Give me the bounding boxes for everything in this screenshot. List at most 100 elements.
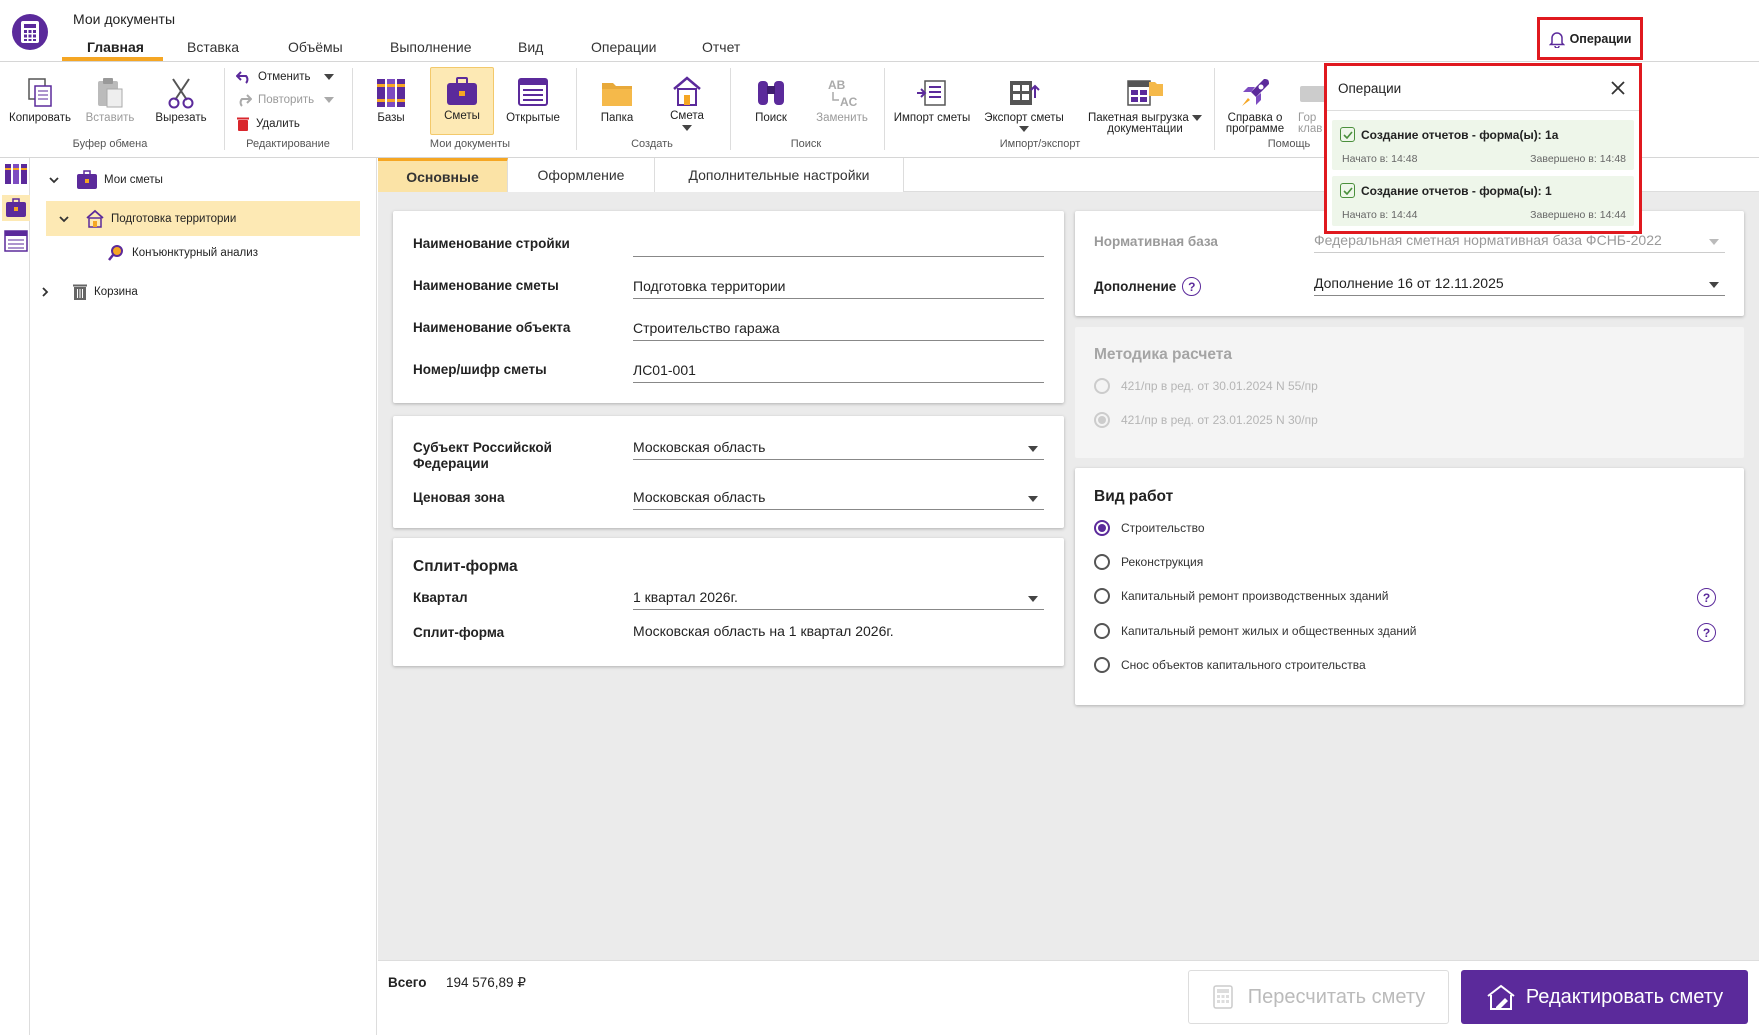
radio-button[interactable]: [1094, 588, 1110, 604]
app-logo-icon[interactable]: [12, 14, 48, 50]
redo-dropdown-icon[interactable]: [324, 97, 334, 103]
undo-dropdown-icon[interactable]: [324, 74, 334, 80]
paste-button[interactable]: Вставить: [80, 76, 140, 124]
menu-tab-operations[interactable]: Операции: [591, 39, 657, 61]
menu-tab-insert[interactable]: Вставка: [187, 39, 239, 61]
calc-method-title: Методика расчета: [1094, 346, 1232, 363]
total-label: Всего: [388, 975, 427, 990]
undo-button[interactable]: Отменить: [236, 70, 311, 84]
radio-label: Капитальный ремонт производственных здан…: [1121, 589, 1389, 603]
about-line2: программе: [1225, 123, 1285, 135]
tree-item-my-estimates[interactable]: Мои сметы: [48, 170, 163, 190]
calc-method-option-1[interactable]: 421/пр в ред. от 30.01.2024 N 55/пр: [1094, 378, 1318, 394]
edit-estimate-button[interactable]: Редактировать смету: [1461, 970, 1748, 1024]
hotkeys-button[interactable]: Гор клав: [1298, 76, 1324, 135]
chevron-down-icon[interactable]: [58, 214, 70, 224]
radio-button[interactable]: [1094, 554, 1110, 570]
about-button[interactable]: Справка о программе: [1222, 76, 1288, 135]
tree-item-label: Подготовка территории: [111, 213, 237, 225]
menu-tab-execution[interactable]: Выполнение: [390, 39, 471, 61]
object-name-input[interactable]: Строительство гаража: [633, 317, 1044, 341]
group-label-editing: Редактирование: [246, 138, 330, 150]
operation-item[interactable]: Создание отчетов - форма(ы): 1а Начато в…: [1332, 120, 1634, 170]
subject-select[interactable]: Московская область: [633, 436, 1044, 460]
tab-main[interactable]: Основные: [378, 158, 508, 192]
construction-input[interactable]: [633, 233, 1044, 257]
tree-item-market-analysis[interactable]: Конъюнктурный анализ: [108, 244, 258, 262]
work-type-option-reconstruction[interactable]: Реконструкция: [1094, 554, 1203, 570]
tab-design[interactable]: Оформление: [508, 158, 655, 192]
price-zone-select[interactable]: Московская область: [633, 486, 1044, 510]
tree-item-trash[interactable]: Корзина: [40, 283, 138, 301]
radio-button[interactable]: [1094, 520, 1110, 536]
help-icon[interactable]: ?: [1182, 277, 1202, 296]
rocket-icon: [1238, 76, 1272, 110]
export-dropdown-icon[interactable]: [1019, 126, 1029, 132]
trash-icon: [72, 283, 88, 301]
strip-bases-icon[interactable]: [3, 162, 29, 186]
close-icon[interactable]: [1610, 80, 1626, 96]
quarter-select[interactable]: 1 квартал 2026г.: [633, 586, 1044, 610]
help-icon[interactable]: ?: [1697, 623, 1716, 642]
strip-estimates-icon[interactable]: [2, 195, 30, 221]
radio-label: Строительство: [1121, 521, 1205, 535]
ribbon-separator: [352, 68, 353, 150]
replace-label: Заменить: [816, 112, 868, 124]
work-type-option-industrial-repair[interactable]: Капитальный ремонт производственных здан…: [1094, 588, 1388, 604]
radio-button[interactable]: [1094, 412, 1110, 428]
radio-button[interactable]: [1094, 657, 1110, 673]
recalculate-button[interactable]: Пересчитать смету: [1188, 970, 1449, 1024]
copy-button[interactable]: Копировать: [6, 76, 74, 124]
radio-button[interactable]: [1094, 623, 1110, 639]
cut-button[interactable]: Вырезать: [148, 76, 214, 124]
radio-label: Снос объектов капитального строительства: [1121, 658, 1366, 672]
redo-button[interactable]: Повторить: [236, 93, 314, 107]
estimate-code-label: Номер/шифр сметы: [413, 362, 547, 377]
paste-label: Вставить: [85, 112, 135, 124]
tree-item-site-preparation[interactable]: Подготовка территории: [58, 209, 236, 229]
operations-panel-header: Операции: [1327, 66, 1639, 111]
menu-tab-volumes[interactable]: Объёмы: [288, 39, 343, 61]
split-form-value: Московская область на 1 квартал 2026г.: [633, 623, 894, 639]
supplement-select[interactable]: Дополнение 16 от 12.11.2025: [1314, 272, 1725, 296]
open-docs-button[interactable]: Открытые: [502, 76, 564, 124]
undo-label: Отменить: [258, 71, 311, 83]
replace-button[interactable]: AB AC Заменить: [812, 76, 872, 124]
work-type-option-residential-repair[interactable]: Капитальный ремонт жилых и общественных …: [1094, 623, 1416, 639]
create-folder-button[interactable]: Папка: [592, 76, 642, 124]
search-button[interactable]: Поиск: [746, 76, 796, 124]
norm-base-value: Федеральная сметная нормативная база ФСН…: [1314, 232, 1662, 248]
batch-export-button[interactable]: Пакетная выгрузка документации: [1086, 76, 1204, 135]
menu-tab-report[interactable]: Отчет: [702, 39, 740, 61]
work-type-option-construction[interactable]: Строительство: [1094, 520, 1205, 536]
delete-button[interactable]: Удалить: [236, 116, 300, 132]
operation-start-time: Начато в: 14:44: [1342, 209, 1418, 221]
work-type-option-demolition[interactable]: Снос объектов капитального строительства: [1094, 657, 1366, 673]
batch-export-dropdown-icon[interactable]: [1192, 115, 1202, 121]
import-estimate-button[interactable]: Импорт сметы: [892, 76, 972, 124]
subject-label: Субъект Российской Федерации: [413, 440, 552, 472]
about-label: Справка о программе: [1225, 112, 1285, 135]
create-estimate-button[interactable]: Смета: [662, 74, 712, 131]
menu-tab-view[interactable]: Вид: [518, 39, 543, 61]
chevron-down-icon[interactable]: [48, 175, 60, 185]
estimate-code-input[interactable]: ЛС01-001: [633, 359, 1044, 383]
subject-label-line2: Федерации: [413, 456, 489, 471]
help-icon[interactable]: ?: [1697, 588, 1716, 607]
tab-additional-settings[interactable]: Дополнительные настройки: [655, 158, 904, 192]
export-estimate-button[interactable]: Экспорт сметы: [978, 76, 1070, 135]
estimates-button[interactable]: Сметы: [430, 67, 494, 135]
radio-button[interactable]: [1094, 378, 1110, 394]
chevron-right-icon[interactable]: [40, 286, 50, 298]
calculator-icon: [1212, 984, 1234, 1010]
operations-button[interactable]: Операции: [1537, 17, 1643, 60]
group-label-help: Помощь: [1267, 138, 1311, 150]
supplement-select-value: Дополнение 16 от 12.11.2025: [1314, 275, 1504, 291]
strip-open-docs-icon[interactable]: [3, 229, 29, 253]
estimate-name-input[interactable]: Подготовка территории: [633, 275, 1044, 299]
operation-item[interactable]: Создание отчетов - форма(ы): 1 Начато в:…: [1332, 176, 1634, 226]
group-label-search: Поиск: [790, 138, 822, 150]
create-estimate-dropdown-icon[interactable]: [682, 125, 692, 131]
calc-method-option-2[interactable]: 421/пр в ред. от 23.01.2025 N 30/пр: [1094, 412, 1318, 428]
bases-button[interactable]: Базы: [364, 76, 418, 124]
